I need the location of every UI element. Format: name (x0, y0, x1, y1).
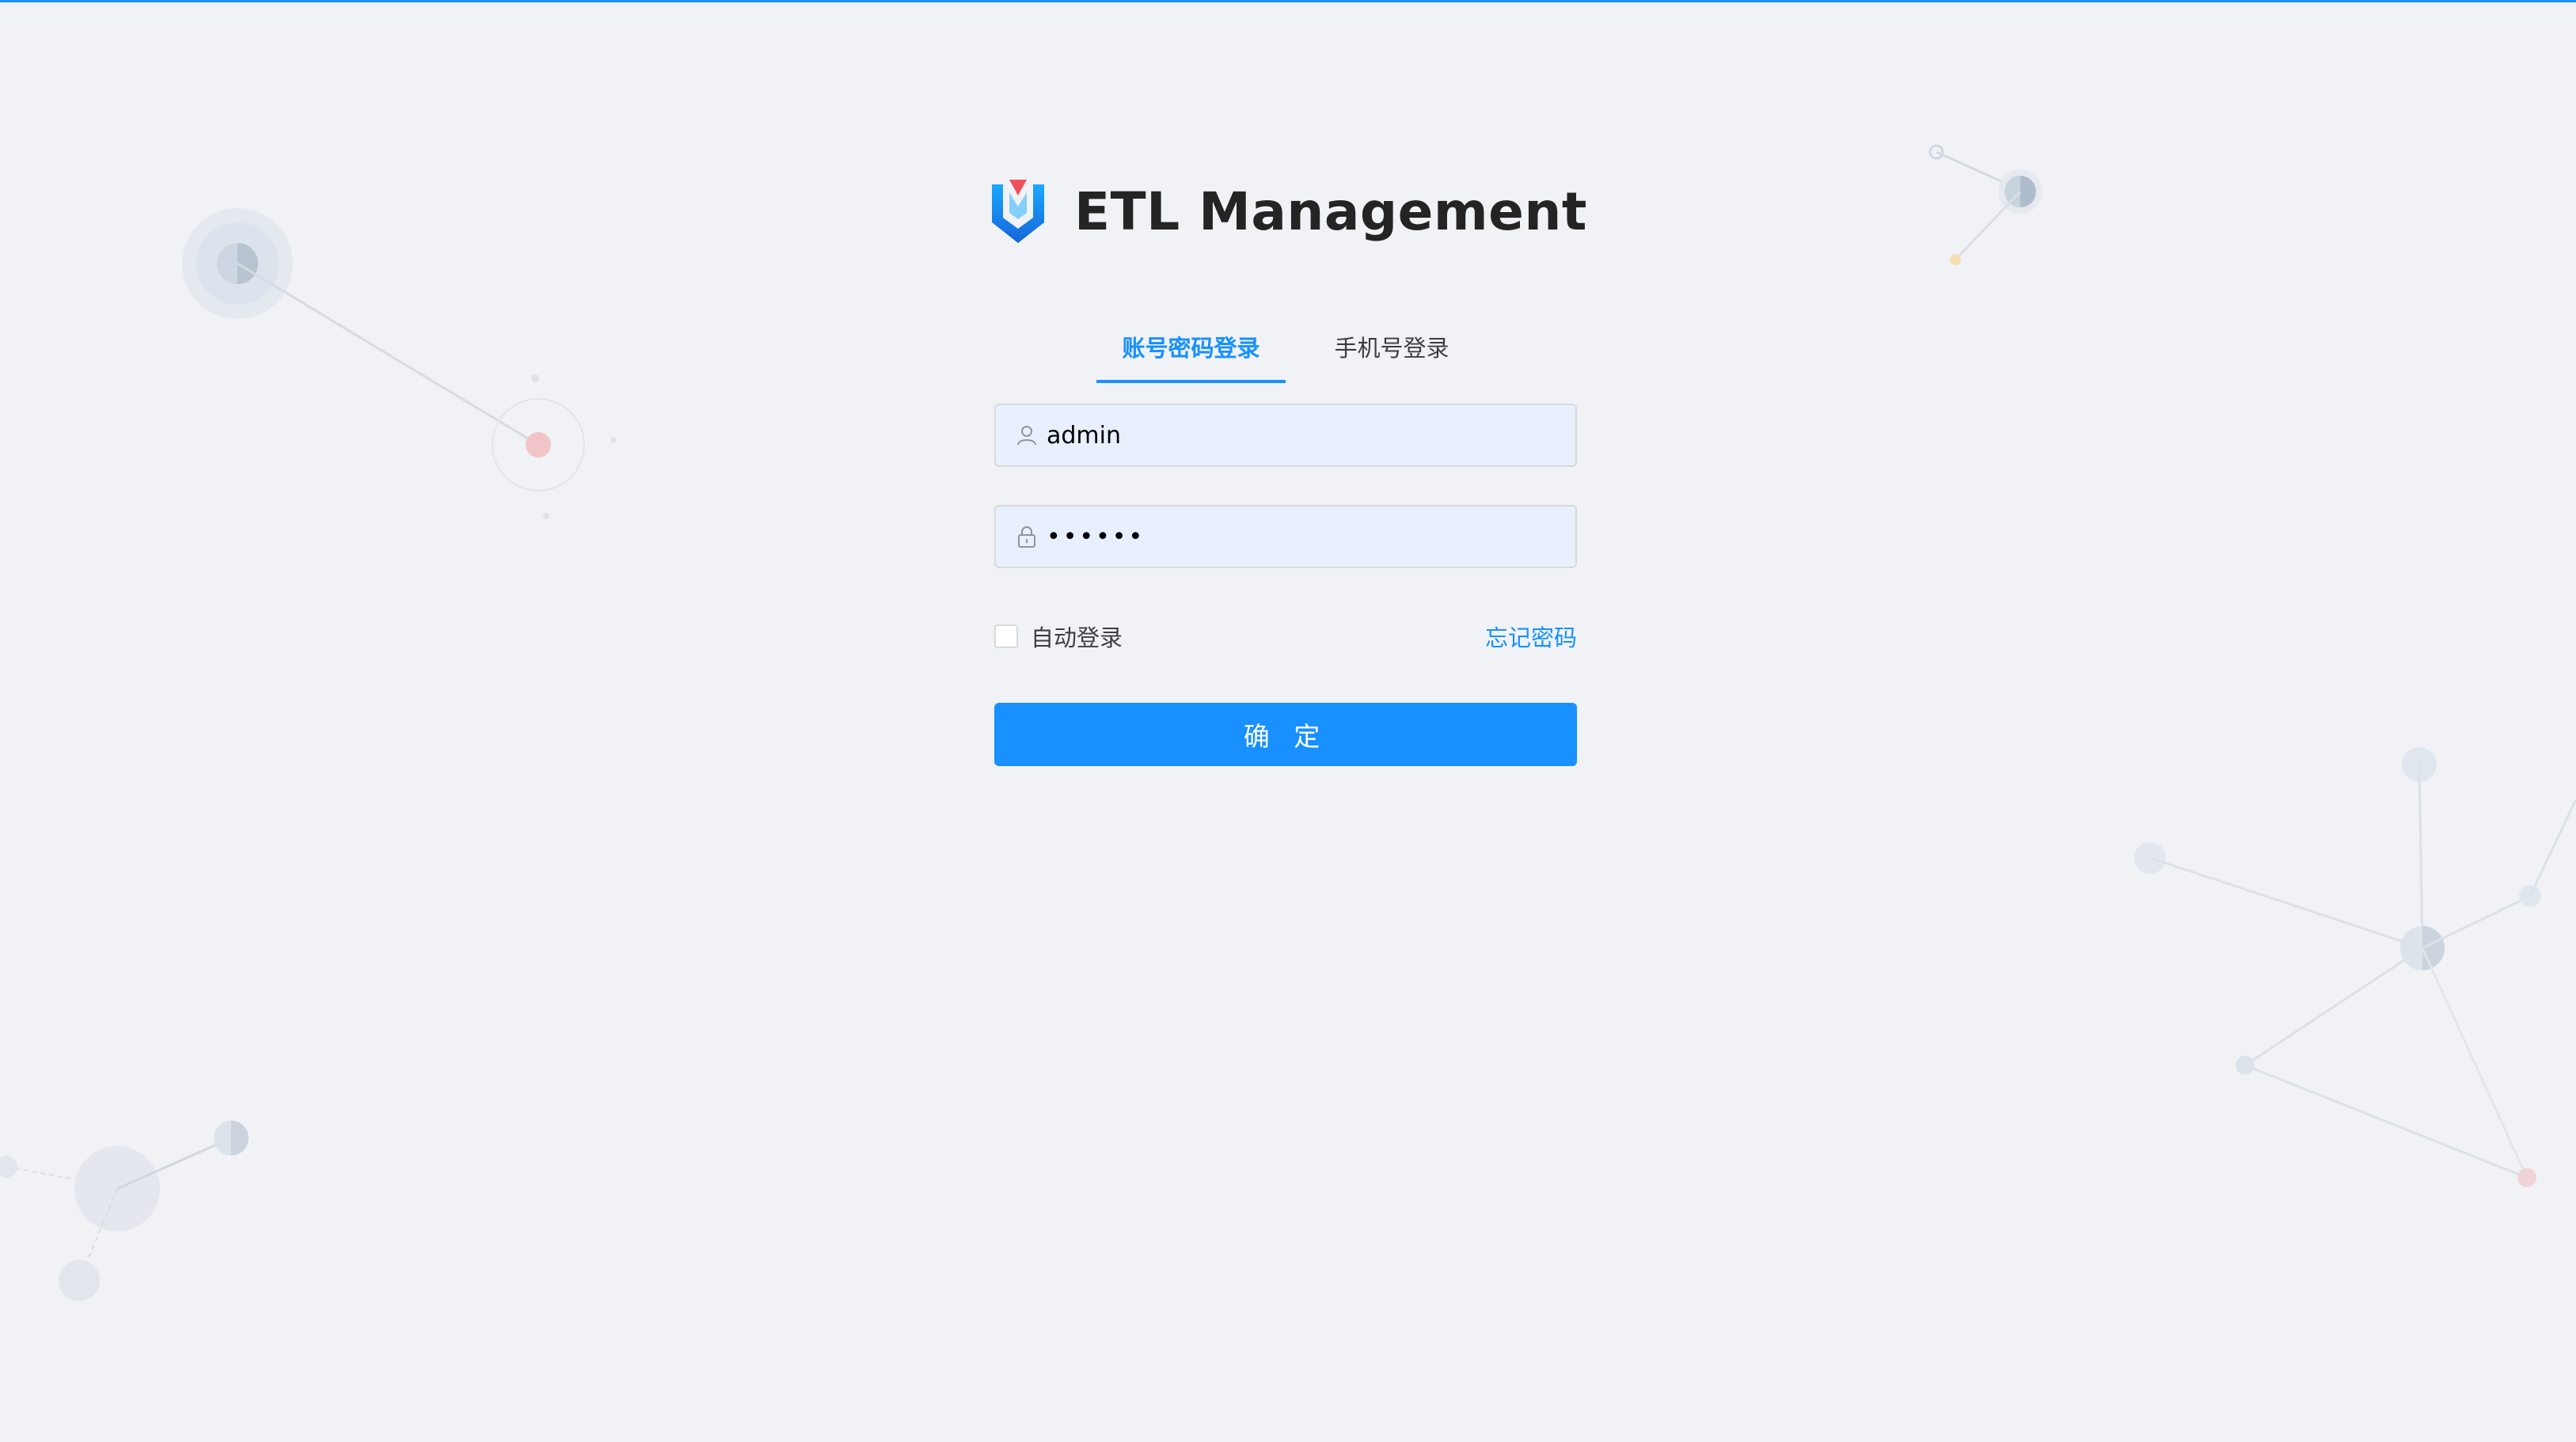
login-options: 自动登录 忘记密码 (994, 620, 1577, 652)
app-title: ETL Management (1074, 180, 1587, 242)
user-icon (1017, 426, 1036, 446)
login-page: ETL Management 账号密码登录 手机号登录 自 (0, 0, 2576, 1442)
shield-v-logo-icon (992, 180, 1045, 243)
tab-phone[interactable]: 手机号登录 (1309, 317, 1475, 380)
login-header: ETL Management (0, 176, 2576, 247)
auto-login-option[interactable]: 自动登录 (994, 620, 1123, 653)
lock-icon (1018, 526, 1035, 548)
login-form: 账号密码登录 手机号登录 自动登录 忘记密码 确 定 (994, 317, 1577, 766)
auto-login-checkbox[interactable] (994, 624, 1018, 648)
password-input[interactable] (1047, 509, 1575, 564)
submit-button[interactable]: 确 定 (994, 703, 1577, 766)
forgot-password-link[interactable]: 忘记密码 (1485, 620, 1577, 653)
password-field[interactable] (994, 505, 1577, 568)
tab-account-password[interactable]: 账号密码登录 (1096, 317, 1286, 383)
login-tabs: 账号密码登录 手机号登录 (994, 317, 1577, 383)
username-input[interactable] (1047, 408, 1575, 463)
auto-login-label: 自动登录 (1031, 624, 1123, 651)
username-field[interactable] (994, 404, 1577, 467)
